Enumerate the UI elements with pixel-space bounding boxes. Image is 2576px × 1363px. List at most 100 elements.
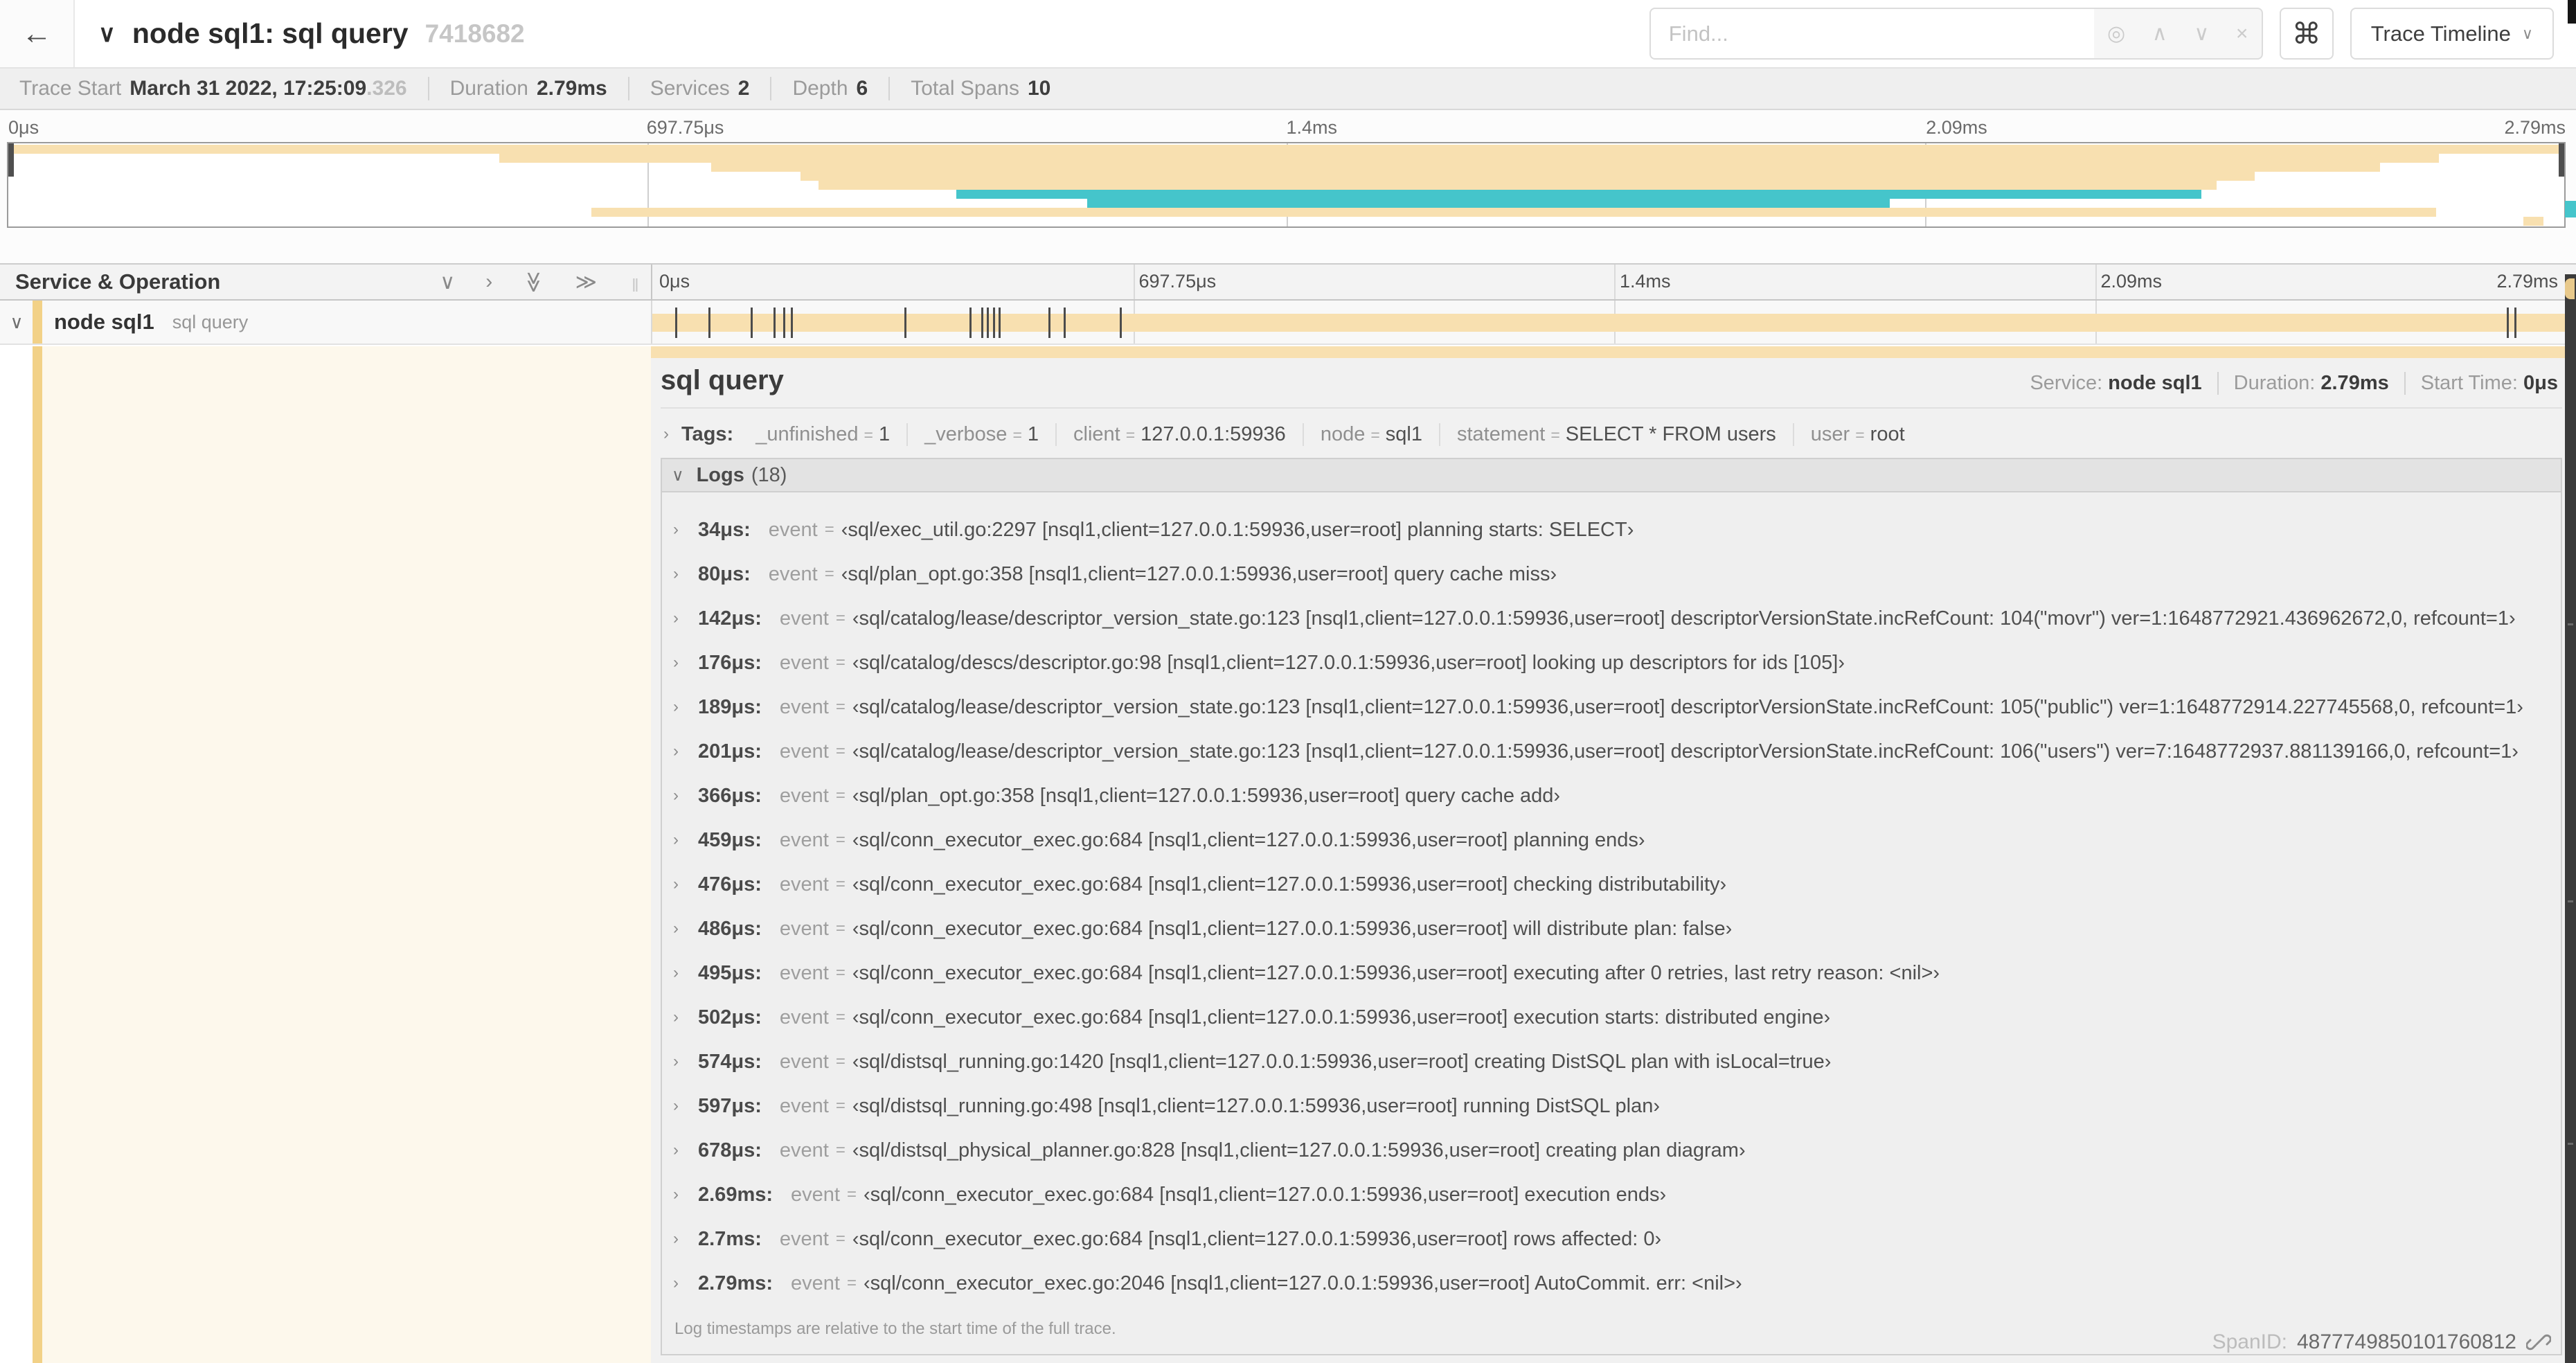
log-value: ‹sql/conn_executor_exec.go:684 [nsql1,cl… (852, 1006, 1831, 1028)
log-value: ‹sql/catalog/lease/descriptor_version_st… (852, 740, 2519, 763)
detail-meta-item: Start Time: 0μs (2406, 372, 2562, 395)
collapse-controls: ∨ › ≫ ≫ (440, 265, 597, 299)
logs-section: ∨ Logs (18) › 34μs: event = ‹sql/exec_ut… (661, 458, 2562, 1355)
viewport-scrubber-left[interactable] (8, 143, 14, 177)
log-equals: = (835, 963, 846, 982)
log-field-name: event (779, 961, 829, 984)
log-field-name: event (779, 1139, 829, 1161)
tag-item: statement = SELECT * FROM users (1438, 422, 1793, 446)
chevron-right-icon: › (673, 609, 679, 627)
log-timestamp: 476μs: (698, 873, 762, 896)
link-icon[interactable] (2526, 1330, 2551, 1355)
log-entry[interactable]: › 176μs: event = ‹sql/catalog/descs/desc… (662, 641, 2561, 685)
minimap-canvas[interactable] (7, 142, 2566, 228)
log-marker (2506, 308, 2509, 338)
service-color-stripe (33, 346, 42, 1363)
span-row[interactable]: ∨ node sql1 sql query (0, 301, 2576, 345)
keyboard-shortcuts-button[interactable]: ⌘ (2279, 8, 2334, 60)
log-entry[interactable]: › 2.7ms: event = ‹sql/conn_executor_exec… (662, 1217, 2561, 1261)
span-row-name-column: ∨ node sql1 sql query (0, 301, 651, 344)
timeline-tick: 2.09ms (2100, 271, 2163, 292)
trace-collapse-icon[interactable]: ∨ (98, 20, 116, 48)
log-entry[interactable]: › 678μs: event = ‹sql/distsql_physical_p… (662, 1128, 2561, 1173)
back-button[interactable]: ← (0, 0, 75, 67)
log-timestamp: 678μs: (698, 1139, 762, 1161)
log-entry[interactable]: › 80μs: event = ‹sql/plan_opt.go:358 [ns… (662, 552, 2561, 596)
chevron-right-icon: › (673, 742, 679, 760)
log-entry[interactable]: › 2.69ms: event = ‹sql/conn_executor_exe… (662, 1173, 2561, 1217)
log-entry[interactable]: › 34μs: event = ‹sql/exec_util.go:2297 [… (662, 508, 2561, 552)
stat-fraction: .326 (366, 77, 407, 100)
log-entry[interactable]: › 201μs: event = ‹sql/catalog/lease/desc… (662, 729, 2561, 774)
find-next-icon[interactable]: ∨ (2194, 21, 2209, 46)
log-entry[interactable]: › 476μs: event = ‹sql/conn_executor_exec… (662, 862, 2561, 907)
chevron-right-icon: › (673, 786, 679, 805)
operation-name: sql query (172, 311, 249, 332)
meta-value: 0μs (2523, 372, 2558, 394)
log-entry[interactable]: › 189μs: event = ‹sql/catalog/lease/desc… (662, 685, 2561, 729)
chevron-right-icon: › (673, 564, 679, 583)
log-timestamp: 34μs: (698, 518, 751, 541)
log-entry[interactable]: › 502μs: event = ‹sql/conn_executor_exec… (662, 995, 2561, 1040)
log-entry[interactable]: › 597μs: event = ‹sql/distsql_running.go… (662, 1084, 2561, 1128)
viewport-scrubber-right[interactable] (2559, 143, 2564, 177)
tag-value: 127.0.0.1:59936 (1141, 422, 1286, 445)
tags-list: _unfinished = 1 _verbose = 1 client = 127.0.0.1:… (739, 422, 1921, 446)
log-marker (1048, 308, 1051, 338)
span-collapse-icon[interactable]: ∨ (0, 301, 33, 344)
chevron-right-icon: › (663, 425, 669, 443)
chevron-right-icon: › (673, 919, 679, 938)
tag-equals: = (1550, 425, 1560, 444)
log-timestamp: 486μs: (698, 917, 762, 940)
tag-item: _verbose = 1 (906, 422, 1055, 446)
log-entry[interactable]: › 574μs: event = ‹sql/distsql_running.go… (662, 1040, 2561, 1084)
log-equals: = (835, 697, 846, 716)
log-marker (999, 308, 1001, 338)
collapse-one-icon[interactable]: ∨ (440, 270, 455, 294)
tag-equals: = (1125, 425, 1136, 444)
find-input[interactable] (1649, 8, 2094, 60)
log-entry[interactable]: › 486μs: event = ‹sql/conn_executor_exec… (662, 907, 2561, 951)
log-value: ‹sql/plan_opt.go:358 [nsql1,client=127.0… (841, 562, 1557, 585)
tags-row[interactable]: › Tags: _unfinished = 1 _verbose = 1 client = 12… (661, 420, 2562, 449)
tag-value: SELECT * FROM users (1565, 422, 1776, 445)
logs-header[interactable]: ∨ Logs (18) (662, 459, 2561, 492)
log-timestamp: 2.7ms: (698, 1227, 762, 1250)
view-selector-button[interactable]: Trace Timeline ∨ (2350, 8, 2554, 60)
log-value: ‹sql/conn_executor_exec.go:684 [nsql1,cl… (852, 1227, 1662, 1250)
find-target-icon[interactable]: ◎ (2107, 21, 2125, 46)
log-timestamp: 142μs: (698, 607, 762, 630)
expand-one-icon[interactable]: › (485, 270, 492, 294)
tag-equals: = (864, 425, 873, 444)
log-entry[interactable]: › 2.79ms: event = ‹sql/conn_executor_exe… (662, 1261, 2561, 1306)
span-row-timeline[interactable] (651, 301, 2576, 344)
minimap-ruler: 0μs 697.75μs 1.4ms 2.09ms 2.79ms (7, 110, 2566, 138)
collapse-all-icon[interactable]: ≫ (521, 271, 546, 292)
log-equals: = (846, 1274, 857, 1292)
log-entry[interactable]: › 459μs: event = ‹sql/conn_executor_exec… (662, 818, 2561, 862)
tag-value: root (1870, 422, 1905, 445)
log-marker (2572, 308, 2575, 338)
minimap-tick: 697.75μs (646, 117, 724, 138)
log-timestamp: 80μs: (698, 562, 751, 585)
trace-title: node sql1: sql query (132, 17, 409, 49)
trace-id: 7418682 (424, 19, 525, 48)
minimap-span-bar (1086, 199, 1890, 208)
log-entry[interactable]: › 142μs: event = ‹sql/catalog/lease/desc… (662, 596, 2561, 641)
log-entry[interactable]: › 495μs: event = ‹sql/conn_executor_exec… (662, 951, 2561, 995)
span-detail-panel: sql query Service: node sql1 Duration: 2.… (661, 358, 2562, 1363)
column-resize-grip[interactable]: ‖ (632, 275, 639, 296)
log-field-name: event (779, 651, 829, 674)
log-marker (1064, 308, 1066, 338)
span-duration-bar[interactable] (652, 314, 2565, 332)
find-clear-icon[interactable]: × (2236, 22, 2248, 46)
find-prev-icon[interactable]: ∧ (2152, 21, 2167, 46)
log-timestamp: 502μs: (698, 1006, 762, 1028)
minimap-span-bar (8, 145, 2564, 154)
log-entry[interactable]: › 366μs: event = ‹sql/plan_opt.go:358 [n… (662, 774, 2561, 818)
log-value: ‹sql/catalog/descs/descriptor.go:98 [nsq… (852, 651, 1845, 674)
minimap-tick: 0μs (8, 117, 39, 138)
detail-divider (661, 407, 2562, 409)
expand-all-icon[interactable]: ≫ (575, 270, 597, 294)
chevron-right-icon: › (673, 1096, 679, 1115)
